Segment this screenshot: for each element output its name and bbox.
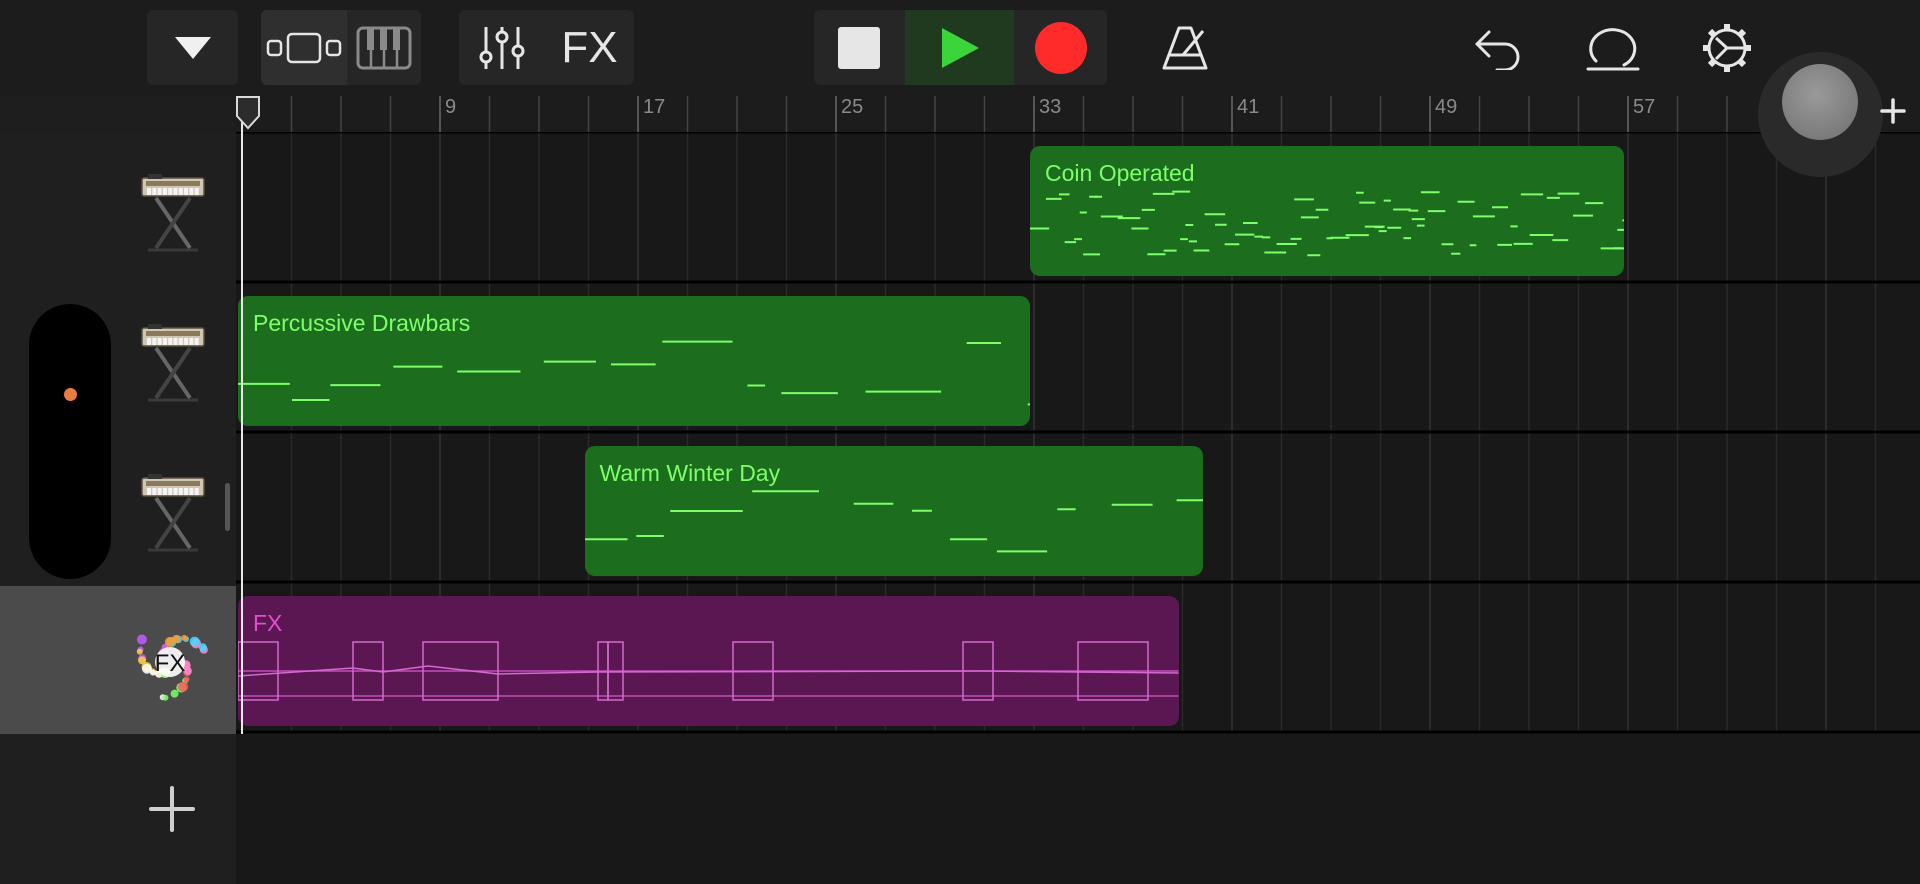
play-icon	[941, 27, 979, 68]
browser-button[interactable]	[147, 10, 238, 85]
keyboard-stand-icon[interactable]	[138, 166, 208, 256]
ruler-bar-label: 57	[1633, 96, 1656, 118]
settings-button[interactable]	[1695, 10, 1759, 85]
record-button[interactable]	[1015, 10, 1107, 85]
metronome-button[interactable]	[1152, 10, 1220, 85]
ruler-bar-label: 49	[1435, 96, 1458, 118]
region-name: Percussive Drawbars	[253, 310, 471, 336]
loop-browser-icon	[1586, 27, 1640, 70]
playhead-line[interactable]	[241, 96, 243, 734]
region-midi[interactable]: Warm Winter Day	[584, 446, 1204, 576]
view-group	[261, 10, 421, 85]
region-fx[interactable]: FX	[238, 596, 1179, 726]
ruler-bar-label: 25	[841, 96, 864, 118]
region-midi[interactable]: Coin Operated	[1030, 146, 1624, 276]
jog-wheel-knob[interactable]	[1782, 64, 1858, 140]
region-name: FX	[253, 610, 283, 636]
stop-button[interactable]	[814, 10, 904, 85]
header-scroll-indicator[interactable]	[225, 483, 230, 531]
tracks-area[interactable]: Coin Operated Percussive Drawbars Warm Win…	[236, 132, 1920, 884]
tracks-view-button[interactable]	[261, 10, 347, 85]
ruler-ticks	[241, 96, 1877, 132]
control-bar: FX	[0, 0, 1920, 96]
region-midi[interactable]: Percussive Drawbars	[238, 296, 1030, 426]
ruler-bar-label: 33	[1039, 96, 1062, 118]
fx-button[interactable]: FX	[545, 10, 634, 85]
track-header[interactable]: FX	[0, 586, 236, 734]
undo-icon	[1475, 30, 1520, 70]
mixer-sliders-icon	[479, 26, 525, 69]
fx-button-label: FX	[561, 22, 618, 72]
settings-gear-icon	[1703, 23, 1751, 72]
browser-group	[147, 10, 238, 85]
region-name: Coin Operated	[1045, 160, 1195, 186]
keyboard-stand-icon[interactable]	[138, 316, 208, 406]
ruler-bar-label: 41	[1237, 96, 1260, 118]
metronome-icon	[1162, 26, 1208, 69]
volume-level-indicator	[64, 388, 77, 401]
play-button[interactable]	[905, 10, 1014, 85]
add-track-icon[interactable]	[148, 785, 196, 833]
ruler-bar-label: 9	[445, 96, 457, 118]
bar-ruler[interactable]: 1917253341495765	[236, 96, 1920, 132]
volume-slider[interactable]	[29, 304, 111, 579]
piano-keys-icon	[356, 26, 412, 69]
mixer-fx-group: FX	[459, 10, 634, 85]
automation-curve	[238, 641, 1179, 701]
chevron-down-icon	[174, 36, 211, 59]
fx-sparkle-icon[interactable]: FX	[130, 622, 210, 702]
stop-icon	[838, 26, 880, 69]
fx-icon-label: FX	[155, 650, 186, 677]
keyboard-stand-icon[interactable]	[138, 466, 208, 556]
transport-group	[814, 10, 1107, 85]
region-name: Warm Winter Day	[599, 460, 781, 486]
add-section-icon[interactable]	[1880, 98, 1906, 124]
ruler-bar-label: 17	[643, 96, 666, 118]
record-icon	[1035, 21, 1087, 74]
undo-button[interactable]	[1466, 10, 1530, 85]
mixer-button[interactable]	[459, 10, 545, 85]
loop-browser-button[interactable]	[1582, 10, 1646, 85]
keyboard-button[interactable]	[347, 10, 421, 85]
tracks-view-icon	[266, 32, 342, 63]
playhead-handle[interactable]	[235, 96, 261, 132]
track-header[interactable]	[0, 136, 236, 284]
